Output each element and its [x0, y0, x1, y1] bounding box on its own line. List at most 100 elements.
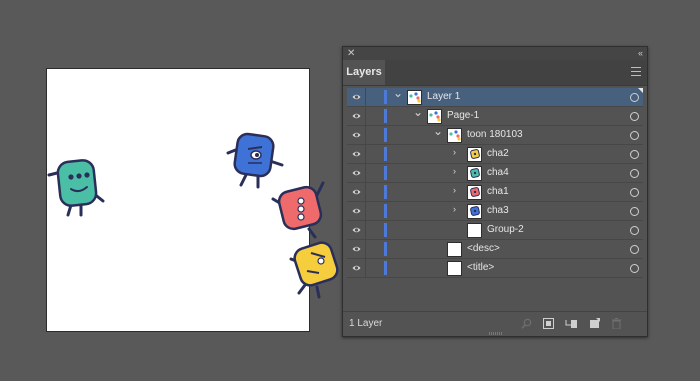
clipping-mask-icon[interactable]: [543, 318, 554, 329]
layer-row[interactable]: Group-2: [347, 221, 643, 240]
target-circle-icon[interactable]: [630, 112, 639, 121]
character-yellow: [289, 241, 339, 299]
chevron-right-icon[interactable]: ›: [453, 148, 462, 157]
search-icon[interactable]: [521, 318, 532, 329]
layer-color-bar: [384, 128, 387, 142]
layer-row[interactable]: › cha2: [347, 145, 643, 164]
selection-indicator: [638, 88, 643, 93]
close-icon[interactable]: ✕: [347, 47, 355, 60]
column-divider: [365, 107, 366, 125]
target-circle-icon[interactable]: [630, 93, 639, 102]
panel-titlebar[interactable]: ✕ ‹‹: [343, 47, 647, 60]
layer-thumbnail: [467, 166, 482, 181]
new-layer-icon[interactable]: [589, 318, 600, 329]
layer-name[interactable]: cha4: [487, 167, 509, 178]
layer-color-bar: [384, 185, 387, 199]
layer-thumbnail: [467, 147, 482, 162]
trash-icon[interactable]: [611, 318, 622, 329]
layer-thumbnail: [447, 261, 462, 276]
layer-name[interactable]: <title>: [467, 262, 494, 273]
layers-panel: ✕ ‹‹ Layers ⌄ Layer 1 ⌄ Page-1 ⌄ toon 180103 ›…: [342, 46, 648, 337]
target-circle-icon[interactable]: [630, 207, 639, 216]
layer-name[interactable]: Layer 1: [427, 91, 460, 102]
target-circle-icon[interactable]: [630, 131, 639, 140]
layer-color-bar: [384, 204, 387, 218]
layer-name[interactable]: Page-1: [447, 110, 479, 121]
layer-color-bar: [384, 166, 387, 180]
eye-icon[interactable]: [352, 150, 361, 158]
layer-name[interactable]: cha3: [487, 205, 509, 216]
target-circle-icon[interactable]: [630, 150, 639, 159]
eye-icon[interactable]: [352, 264, 361, 272]
character-artwork[interactable]: [33, 129, 339, 369]
layer-thumbnail: [467, 223, 482, 238]
layer-row[interactable]: › cha1: [347, 183, 643, 202]
eye-icon[interactable]: [352, 207, 361, 215]
column-divider: [365, 221, 366, 239]
column-divider: [365, 202, 366, 220]
chevron-down-icon[interactable]: ⌄: [393, 87, 403, 99]
eye-icon[interactable]: [352, 226, 361, 234]
collapse-icon[interactable]: ‹‹: [638, 47, 643, 60]
chevron-down-icon[interactable]: ⌄: [413, 106, 423, 118]
character-pink: [271, 181, 325, 239]
eye-icon[interactable]: [352, 131, 361, 139]
layer-row[interactable]: <title>: [347, 259, 643, 278]
layer-row[interactable]: ⌄ toon 180103: [347, 125, 643, 145]
eye-icon[interactable]: [352, 188, 361, 196]
chevron-down-icon[interactable]: ⌄: [433, 125, 443, 137]
column-divider: [365, 259, 366, 277]
target-circle-icon[interactable]: [630, 188, 639, 197]
artboard[interactable]: [46, 68, 339, 332]
chevron-right-icon[interactable]: ›: [453, 167, 462, 176]
column-divider: [365, 126, 366, 144]
column-divider: [365, 145, 366, 163]
character-blue: [226, 132, 284, 189]
layer-thumbnail: [447, 128, 462, 143]
layer-thumbnail: [467, 204, 482, 219]
new-sublayer-icon[interactable]: [565, 318, 578, 329]
layer-color-bar: [384, 261, 387, 275]
layer-name[interactable]: toon 180103: [467, 129, 523, 140]
tab-layers[interactable]: Layers: [343, 60, 385, 85]
layer-color-bar: [384, 223, 387, 237]
target-circle-icon[interactable]: [630, 264, 639, 273]
panel-footer: 1 Layer: [343, 311, 647, 336]
layer-row[interactable]: › cha3: [347, 202, 643, 221]
layer-thumbnail: [467, 185, 482, 200]
target-circle-icon[interactable]: [630, 245, 639, 254]
menu-icon[interactable]: [631, 67, 641, 76]
character-teal: [47, 159, 105, 217]
layer-row[interactable]: <desc>: [347, 240, 643, 259]
column-divider: [365, 183, 366, 201]
layer-thumbnail: [427, 109, 442, 124]
layer-name[interactable]: cha2: [487, 148, 509, 159]
chevron-right-icon[interactable]: ›: [453, 205, 462, 214]
resize-grip[interactable]: [489, 332, 503, 335]
layer-row[interactable]: ⌄ Layer 1: [347, 87, 643, 107]
layer-color-bar: [384, 109, 387, 123]
layer-color-bar: [384, 147, 387, 161]
column-divider: [365, 164, 366, 182]
eye-icon[interactable]: [352, 112, 361, 120]
eye-icon[interactable]: [352, 245, 361, 253]
chevron-right-icon[interactable]: ›: [453, 186, 462, 195]
eye-icon[interactable]: [352, 93, 361, 101]
layer-color-bar: [384, 242, 387, 256]
layer-name[interactable]: cha1: [487, 186, 509, 197]
layer-row[interactable]: ⌄ Page-1: [347, 106, 643, 126]
layer-count-label: 1 Layer: [349, 318, 383, 329]
target-circle-icon[interactable]: [630, 169, 639, 178]
layer-row[interactable]: › cha4: [347, 164, 643, 183]
layer-thumbnail: [447, 242, 462, 257]
layer-name[interactable]: <desc>: [467, 243, 500, 254]
layer-thumbnail: [407, 90, 422, 105]
eye-icon[interactable]: [352, 169, 361, 177]
column-divider: [365, 240, 366, 258]
panel-tab-row: Layers: [343, 60, 647, 86]
layer-color-bar: [384, 90, 387, 104]
layers-list: ⌄ Layer 1 ⌄ Page-1 ⌄ toon 180103 › cha2 › cha4 › ch…: [347, 87, 643, 278]
layer-name[interactable]: Group-2: [487, 224, 524, 235]
target-circle-icon[interactable]: [630, 226, 639, 235]
column-divider: [365, 88, 366, 106]
